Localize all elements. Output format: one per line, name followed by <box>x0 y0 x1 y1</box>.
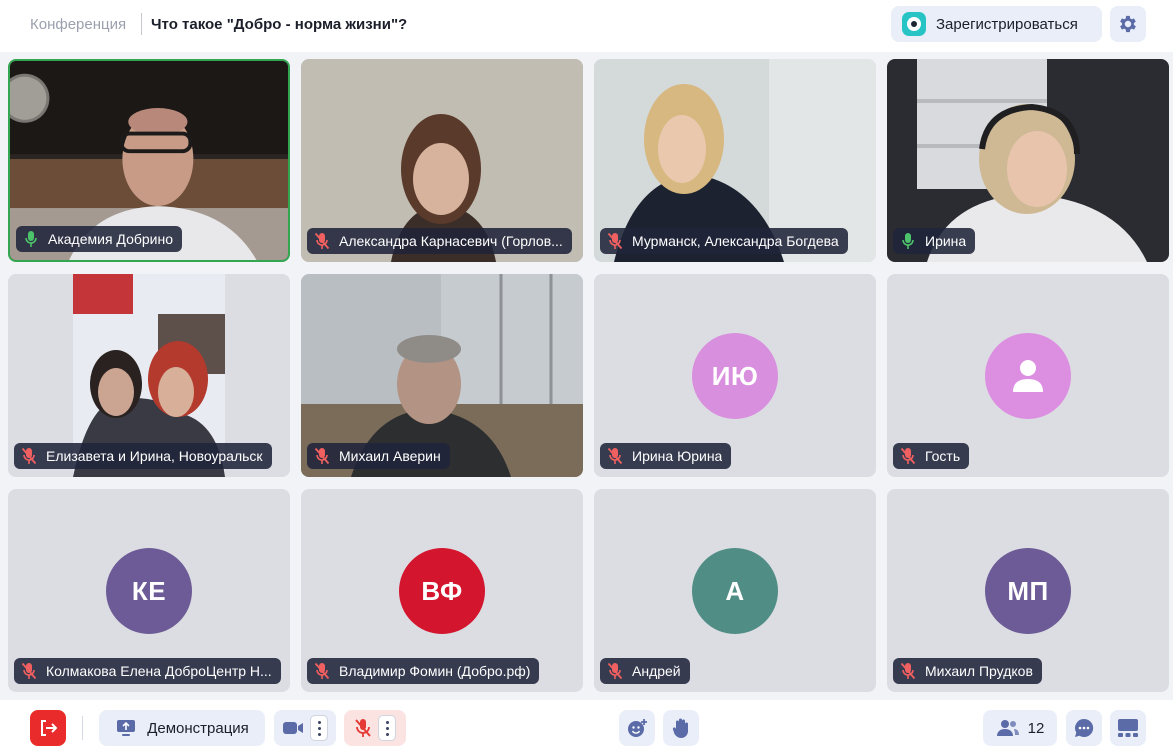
participant-name: Гость <box>925 448 961 464</box>
participant-tile[interactable]: Михаил Аверин <box>301 274 583 477</box>
participant-name-badge: Андрей <box>600 658 690 684</box>
gear-icon <box>1120 15 1136 33</box>
participant-name-badge: Ирина Юрина <box>600 443 732 469</box>
toolbar-divider <box>82 716 83 740</box>
participant-name: Владимир Фомин (Добро.рф) <box>339 663 531 679</box>
exit-icon <box>41 720 58 736</box>
participant-tile[interactable]: ИЮ Ирина Юрина <box>594 274 876 477</box>
mic-off-icon <box>606 232 624 250</box>
mic-off-icon <box>355 719 371 737</box>
participant-name: Мурманск, Александра Богдева <box>632 233 839 249</box>
avatar: КЕ <box>106 548 192 634</box>
participants-icon <box>996 720 1019 736</box>
person-icon <box>1013 360 1043 392</box>
participant-name-badge: Елизавета и Ирина, Новоуральск <box>14 443 272 469</box>
participant-name-badge: Академия Добрино <box>16 226 182 252</box>
section-label: Конференция <box>30 16 127 33</box>
participant-name-badge: Владимир Фомин (Добро.рф) <box>307 658 540 684</box>
mic-off-icon <box>313 232 331 250</box>
participant-name: Ирина Юрина <box>632 448 723 464</box>
mic-off-icon <box>606 447 624 465</box>
participant-name-badge: Ирина <box>893 228 976 254</box>
microphone-button[interactable] <box>344 710 406 746</box>
avatar <box>985 333 1071 419</box>
participant-tile[interactable]: МП Михаил Прудков <box>887 489 1169 692</box>
screen-share-label: Демонстрация <box>147 719 249 737</box>
screen-share-button[interactable]: Демонстрация <box>99 710 265 746</box>
conference-header: Конференция Что такое "Добро - норма жиз… <box>0 0 1173 50</box>
mic-on-icon <box>22 230 40 248</box>
participant-name-badge: Колмакова Елена ДоброЦентр Н... <box>14 658 281 684</box>
raise-hand-button[interactable] <box>663 710 699 746</box>
participant-tile[interactable]: А Андрей <box>594 489 876 692</box>
emoji-icon <box>628 719 647 737</box>
screen-share-icon <box>117 720 136 736</box>
mic-on-icon <box>899 232 917 250</box>
avatar: А <box>692 548 778 634</box>
participant-grid: Академия Добрино Александра Карнасевич (… <box>0 52 1173 700</box>
chat-icon <box>1075 718 1094 737</box>
participant-name-badge: Александра Карнасевич (Горлов... <box>307 228 572 254</box>
leave-button[interactable] <box>30 710 66 746</box>
participant-tile[interactable]: Гость <box>887 274 1169 477</box>
participant-tile[interactable]: Александра Карнасевич (Горлов... <box>301 59 583 262</box>
register-label: Зарегистрироваться <box>936 15 1078 33</box>
participant-tile[interactable]: Ирина <box>887 59 1169 262</box>
camera-options-icon[interactable] <box>310 715 328 741</box>
participant-name-badge: Михаил Прудков <box>893 658 1042 684</box>
mic-off-icon <box>899 662 917 680</box>
participant-name: Александра Карнасевич (Горлов... <box>339 233 563 249</box>
settings-button[interactable] <box>1110 6 1146 42</box>
participant-name: Колмакова Елена ДоброЦентр Н... <box>46 663 272 679</box>
chat-button[interactable] <box>1066 710 1102 746</box>
mic-off-icon <box>20 447 38 465</box>
participant-tile[interactable]: ВФ Владимир Фомин (Добро.рф) <box>301 489 583 692</box>
participant-tile[interactable]: Мурманск, Александра Богдева <box>594 59 876 262</box>
participant-name: Андрей <box>632 663 681 679</box>
mic-off-icon <box>313 447 331 465</box>
layout-button[interactable] <box>1110 710 1146 746</box>
participant-name: Ирина <box>925 233 967 249</box>
mic-off-icon <box>899 447 917 465</box>
participant-name-badge: Гость <box>893 443 970 469</box>
camera-button[interactable] <box>274 710 336 746</box>
hand-icon <box>672 718 688 738</box>
brand-logo-icon <box>902 12 926 36</box>
participant-name: Елизавета и Ирина, Новоуральск <box>46 448 263 464</box>
register-button[interactable]: Зарегистрироваться <box>891 6 1102 42</box>
layout-icon <box>1118 719 1138 737</box>
mic-options-icon[interactable] <box>378 715 396 741</box>
avatar: ВФ <box>399 548 485 634</box>
participant-tile[interactable]: Академия Добрино <box>8 59 290 262</box>
mic-off-icon <box>606 662 624 680</box>
reactions-button[interactable] <box>619 710 655 746</box>
participants-button[interactable]: 12 <box>983 710 1057 746</box>
avatar: МП <box>985 548 1071 634</box>
participant-name: Михаил Прудков <box>925 663 1033 679</box>
avatar: ИЮ <box>692 333 778 419</box>
participant-tile[interactable]: КЕ Колмакова Елена ДоброЦентр Н... <box>8 489 290 692</box>
header-divider <box>141 13 142 35</box>
participant-name-badge: Мурманск, Александра Богдева <box>600 228 848 254</box>
participant-tile[interactable]: Елизавета и Ирина, Новоуральск <box>8 274 290 477</box>
participant-name: Михаил Аверин <box>339 448 441 464</box>
mic-off-icon <box>313 662 331 680</box>
conference-title: Что такое "Добро - норма жизни"? <box>151 16 408 33</box>
participants-count: 12 <box>1027 719 1045 737</box>
bottom-toolbar: Демонстрация 12 <box>0 700 1173 756</box>
participant-name: Академия Добрино <box>48 231 173 247</box>
camera-icon <box>283 722 303 734</box>
mic-off-icon <box>20 662 38 680</box>
participant-name-badge: Михаил Аверин <box>307 443 450 469</box>
